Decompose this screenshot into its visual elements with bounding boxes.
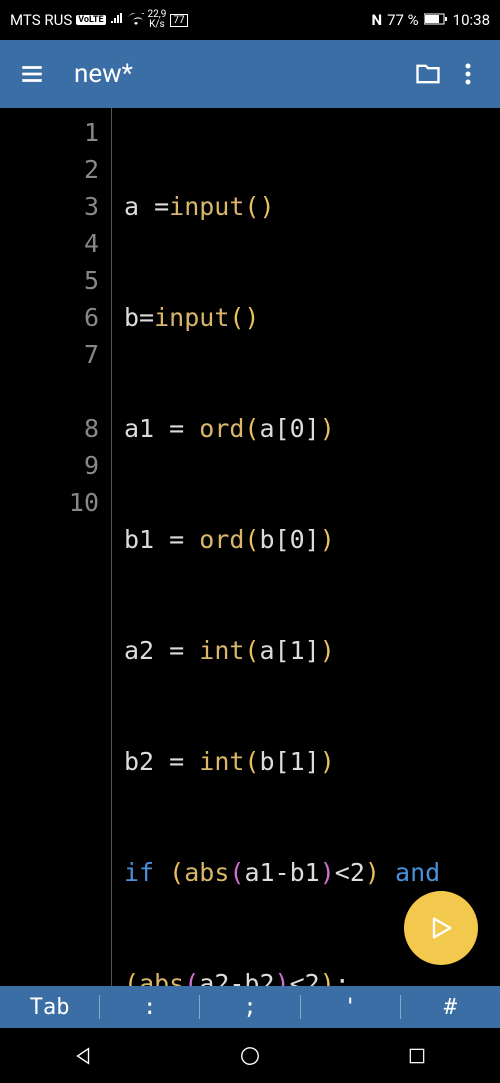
code-line: a1 = ord(a[0]) (124, 410, 440, 447)
line-number: 9 (0, 447, 99, 484)
app-toolbar: new* (0, 40, 500, 108)
quote-key[interactable]: ' (301, 995, 400, 1020)
android-status-bar: MTS RUS VoLTE 22,9 K/s 77 N 77 % 10:38 (0, 0, 500, 40)
code-content[interactable]: a =input() b=input() a1 = ord(a[0]) b1 =… (112, 108, 440, 996)
code-line: b2 = int(b[1]) (124, 743, 440, 780)
line-number: 8 (0, 410, 99, 447)
battery-icon (424, 11, 448, 29)
wifi-icon (128, 11, 144, 29)
signal-icon (110, 11, 124, 29)
open-folder-button[interactable] (408, 54, 448, 94)
line-gutter: 1 2 3 4 5 6 7 . 8 9 10 (0, 108, 112, 996)
triangle-back-icon (72, 1045, 94, 1067)
folder-icon (414, 60, 442, 88)
code-line: b=input() (124, 299, 440, 336)
file-title: new* (74, 59, 408, 89)
nfc-icon: N (371, 11, 382, 29)
recents-button[interactable] (377, 1036, 457, 1076)
back-button[interactable] (43, 1036, 123, 1076)
line-number: 2 (0, 151, 99, 188)
symbol-toolbar: Tab : ; ' # (0, 986, 500, 1028)
clock: 10:38 (453, 11, 490, 29)
menu-button[interactable] (12, 54, 52, 94)
battery-percent: 77 % (387, 11, 419, 29)
line-number: 6 (0, 299, 99, 336)
home-button[interactable] (210, 1036, 290, 1076)
status-left: MTS RUS VoLTE 22,9 K/s 77 (10, 10, 188, 30)
volte-badge: VoLTE (76, 15, 105, 25)
line-number: 7 (0, 336, 99, 373)
colon-key[interactable]: : (100, 995, 199, 1020)
semicolon-key[interactable]: ; (200, 995, 299, 1020)
line-number: 1 (0, 114, 99, 151)
code-editor[interactable]: 1 2 3 4 5 6 7 . 8 9 10 a =input() b=inpu… (0, 108, 500, 996)
play-icon (427, 914, 455, 942)
line-continuation: . (0, 373, 99, 410)
tab-key[interactable]: Tab (0, 995, 99, 1020)
status-box: 77 (170, 14, 187, 27)
code-line: if (abs(a1-b1)<2) and (124, 854, 440, 891)
circle-home-icon (239, 1045, 261, 1067)
code-line: a =input() (124, 188, 440, 225)
line-number: 4 (0, 225, 99, 262)
code-line: a2 = int(a[1]) (124, 632, 440, 669)
android-nav-bar (0, 1028, 500, 1083)
hash-key[interactable]: # (401, 995, 500, 1020)
hamburger-icon (19, 61, 45, 87)
carrier-label: MTS RUS (10, 11, 72, 29)
more-vert-icon (465, 62, 471, 86)
status-right: N 77 % 10:38 (371, 11, 490, 29)
code-line: b1 = ord(b[0]) (124, 521, 440, 558)
line-number: 5 (0, 262, 99, 299)
line-number: 10 (0, 484, 99, 521)
square-recents-icon (407, 1046, 427, 1066)
network-speed: 22,9 K/s (148, 10, 167, 30)
run-button[interactable] (404, 891, 478, 965)
line-number: 3 (0, 188, 99, 225)
overflow-menu-button[interactable] (448, 54, 488, 94)
